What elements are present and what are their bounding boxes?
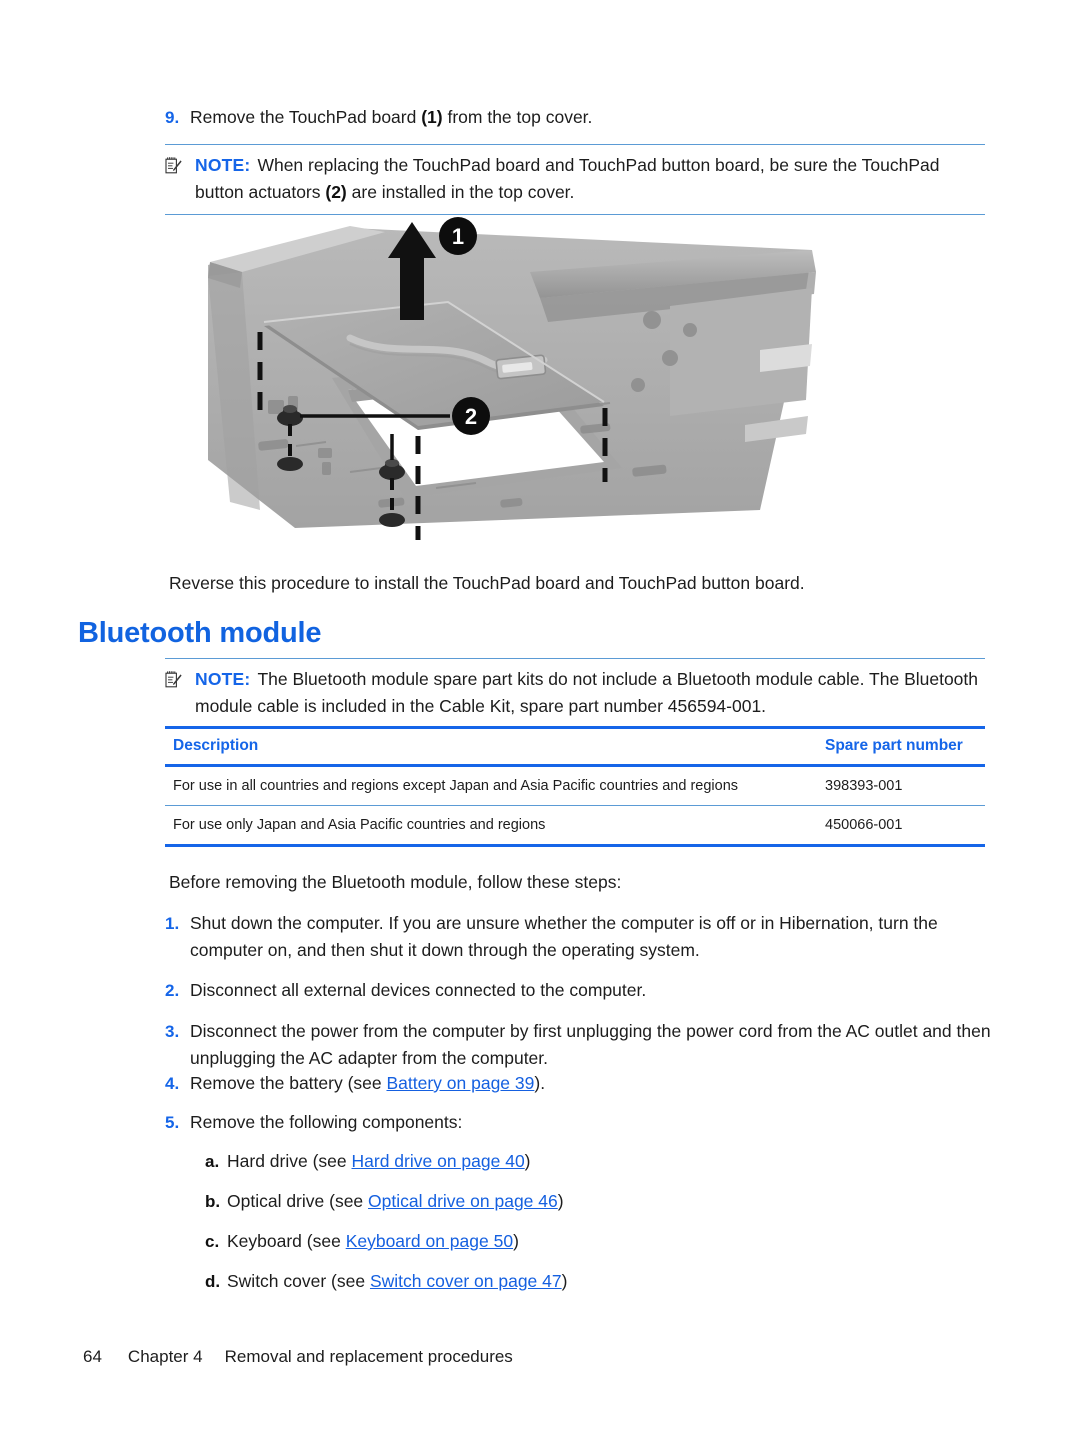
reverse-procedure-text: Reverse this procedure to install the To… [169, 573, 805, 593]
substep-text-before: Switch cover (see [227, 1271, 370, 1291]
step-text-after: ). [534, 1073, 546, 1093]
substep-text: Keyboard (see Keyboard on page 50) [227, 1228, 1000, 1255]
substep-c: c. Keyboard (see Keyboard on page 50) [150, 1228, 1000, 1255]
substep-b: b. Optical drive (see Optical drive on p… [150, 1188, 1000, 1215]
column-header-spare-part-number: Spare part number [817, 726, 985, 767]
note-icon [165, 666, 195, 694]
touchpad-board-removal-illustration: 1 2 [200, 210, 820, 540]
step-text-before: Remove the battery (see [190, 1073, 387, 1093]
substep-d: d. Switch cover (see Switch cover on pag… [150, 1268, 1000, 1295]
note-label: NOTE: [195, 669, 251, 689]
step-3: 3. Disconnect the power from the compute… [150, 1018, 1000, 1072]
substep-letter: b. [205, 1192, 221, 1211]
substep-text-before: Keyboard (see [227, 1231, 346, 1251]
footer-page-number: 64 [83, 1347, 102, 1366]
cell-description: For use only Japan and Asia Pacific coun… [165, 805, 817, 847]
cell-description: For use in all countries and regions exc… [165, 765, 817, 806]
substep-text-after: ) [561, 1271, 568, 1291]
cell-spare-part-number: 450066-001 [817, 805, 985, 847]
callout-ref-2: (2) [325, 182, 347, 202]
substep-text-after: ) [513, 1231, 519, 1251]
note-icon [165, 152, 195, 180]
note-label: NOTE: [195, 155, 251, 175]
step-text-before: Remove the TouchPad board [190, 107, 422, 127]
cell-spare-part-number: 398393-001 [817, 765, 985, 806]
substep-text: Optical drive (see Optical drive on page… [227, 1188, 1000, 1215]
step-number: 9. [165, 108, 180, 127]
step-number: 3. [165, 1022, 180, 1041]
substep-text: Hard drive (see Hard drive on page 40) [227, 1148, 1000, 1175]
step-1: 1. Shut down the computer. If you are un… [150, 910, 1000, 964]
note-body: The Bluetooth module spare part kits do … [195, 669, 979, 716]
step-text: Disconnect all external devices connecte… [190, 980, 647, 1000]
link-switch-cover[interactable]: Switch cover on page 47 [370, 1271, 562, 1291]
substep-a: a. Hard drive (see Hard drive on page 40… [150, 1148, 1000, 1175]
svg-text:1: 1 [452, 224, 464, 249]
footer-chapter-title: Removal and replacement procedures [224, 1347, 513, 1366]
intro-text: Before removing the Bluetooth module, fo… [169, 872, 622, 892]
link-hard-drive[interactable]: Hard drive on page 40 [352, 1151, 525, 1171]
substep-text-before: Optical drive (see [227, 1191, 369, 1211]
step-number: 1. [165, 914, 180, 933]
footer-chapter: Chapter 4 [127, 1347, 203, 1366]
step-text-after: from the top cover. [442, 107, 593, 127]
step-number: 2. [165, 981, 180, 1000]
callout-ref-1: (1) [421, 107, 443, 127]
note-text-after: are installed in the top cover. [346, 182, 575, 202]
substep-text-after: ) [524, 1151, 531, 1171]
callout-badge-2: 2 [452, 397, 490, 435]
step-text: Shut down the computer. If you are unsur… [190, 913, 938, 960]
note-callout-touchpad: NOTE: When replacing the TouchPad board a… [165, 144, 985, 215]
document-page: 9. Remove the TouchPad board (1) from th… [0, 0, 1080, 1437]
substep-letter: a. [205, 1152, 220, 1171]
svg-text:2: 2 [465, 404, 477, 429]
step-4: 4. Remove the battery (see Battery on pa… [150, 1070, 1000, 1097]
substep-letter: c. [205, 1232, 220, 1251]
link-optical-drive[interactable]: Optical drive on page 46 [368, 1191, 558, 1211]
note-text: NOTE: The Bluetooth module spare part kit… [195, 666, 985, 720]
substep-text-after: ) [557, 1191, 564, 1211]
step-5: 5. Remove the following components: [150, 1109, 1000, 1136]
callout-badge-1: 1 [439, 217, 477, 255]
step-text: Disconnect the power from the computer b… [190, 1021, 991, 1068]
page-footer: 64 Chapter 4 Removal and replacement proce… [83, 1347, 513, 1367]
page-title: Bluetooth module [78, 617, 322, 649]
step-number: 4. [165, 1074, 180, 1093]
substep-text: Switch cover (see Switch cover on page 4… [227, 1268, 1000, 1295]
column-header-description: Description [165, 726, 817, 767]
table-row: For use in all countries and regions exc… [165, 765, 985, 806]
spare-parts-table: Description Spare part number For use in… [165, 726, 985, 847]
table-row: For use only Japan and Asia Pacific coun… [165, 805, 985, 847]
step-number: 5. [165, 1113, 180, 1132]
procedure-steps-list: 1. Shut down the computer. If you are un… [150, 910, 1000, 1085]
link-keyboard[interactable]: Keyboard on page 50 [346, 1231, 513, 1251]
substep-letter: d. [205, 1272, 221, 1291]
step-text: Remove the battery (see Battery on page … [190, 1070, 1000, 1097]
substep-text-before: Hard drive (see [227, 1151, 352, 1171]
table-header-row: Description Spare part number [165, 726, 985, 767]
step-text: Remove the following components: [190, 1112, 463, 1132]
link-battery[interactable]: Battery on page 39 [386, 1073, 534, 1093]
note-callout-bluetooth: NOTE: The Bluetooth module spare part kit… [165, 658, 985, 729]
step-text: Remove the TouchPad board (1) from the t… [190, 104, 1000, 131]
step-2: 2. Disconnect all external devices conne… [150, 977, 1000, 1004]
note-text: NOTE: When replacing the TouchPad board a… [195, 152, 985, 206]
component-substeps-list: a. Hard drive (see Hard drive on page 40… [150, 1148, 1000, 1308]
step-9: 9. Remove the TouchPad board (1) from th… [150, 104, 1000, 131]
